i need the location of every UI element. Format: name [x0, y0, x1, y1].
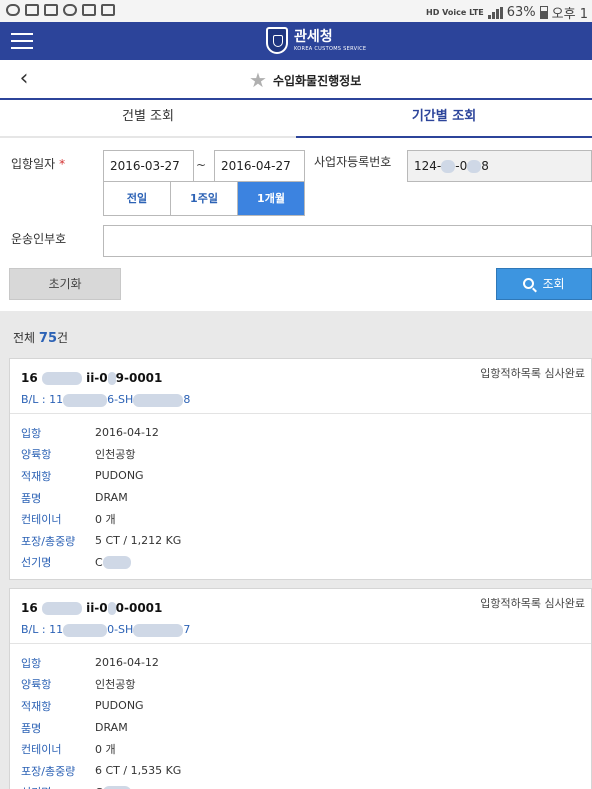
cargo-control-number: 16 ii-0 0-0001: [21, 601, 163, 615]
app-header: 관세청 KOREA CUSTOMS SERVICE: [0, 22, 592, 60]
search-icon: [523, 278, 535, 289]
field-row: 선기명C: [21, 782, 181, 789]
carrier-code-label: 운송인부호: [11, 232, 67, 246]
masked-value: [107, 372, 116, 385]
masked-value: [41, 602, 82, 615]
result-card[interactable]: 16 ii-0 0-0001 입항적하목록 심사완료 B/L : 11 0-SH 7 …: [9, 588, 592, 789]
field-row: 입항 2016-04-12: [21, 426, 159, 440]
reset-button[interactable]: 초기화: [9, 268, 121, 300]
missed-call-icon: [6, 4, 20, 16]
field-row: 품명 DRAM: [21, 491, 128, 505]
search-tabs: 건별 조회 기간별 조회: [0, 100, 592, 138]
battery-icon: [539, 6, 548, 19]
masked-value: [41, 372, 82, 385]
bl-number: B/L : 11 6-SH 8: [21, 393, 191, 407]
notification-icons: [6, 4, 115, 16]
tab-single-search[interactable]: 건별 조회: [0, 100, 296, 138]
biz-reg-label: 사업자등록번호: [314, 155, 392, 169]
page-title: 수입화물진행정보: [272, 73, 362, 88]
field-row: 컨테이너 0 개: [21, 743, 116, 757]
field-row: 적재항 PUDONG: [21, 699, 144, 713]
favorite-star-icon[interactable]: ★: [249, 70, 267, 90]
arrival-date-label: 입항일자 *: [11, 157, 66, 171]
result-count: 75: [38, 331, 57, 346]
logo-title: 관세청: [294, 28, 333, 45]
field-row: 입항 2016-04-12: [21, 656, 159, 670]
masked-value: [133, 393, 184, 407]
masked-value: [467, 160, 482, 173]
mail-icon: [44, 4, 58, 16]
period-prev-day-button[interactable]: 전일: [104, 182, 171, 215]
field-row: 양륙항 인천공항: [21, 448, 136, 462]
search-form: 입항일자 * 2016-03-27 ~ 2016-04-27 사업자등록번호 12…: [0, 138, 592, 311]
logo-subtitle: KOREA CUSTOMS SERVICE: [294, 45, 367, 52]
masked-value: [63, 393, 108, 407]
date-to-input[interactable]: 2016-04-27: [214, 150, 305, 182]
bl-number: B/L : 11 0-SH 7: [21, 623, 191, 637]
result-total: 전체 75건: [13, 331, 69, 346]
image-icon: [25, 4, 39, 16]
sub-header: ‹ ★ 수입화물진행정보: [0, 60, 592, 100]
result-card[interactable]: 16 ii-0 9-0001 입항적하목록 심사완료 B/L : 11 6-SH 8 …: [9, 358, 592, 580]
field-row: 적재항 PUDONG: [21, 469, 144, 483]
required-mark: *: [59, 157, 66, 171]
search-button[interactable]: 조회: [496, 268, 592, 300]
tab-period-search[interactable]: 기간별 조회: [296, 100, 592, 138]
masked-value: [133, 623, 184, 637]
field-row: 컨테이너 0 개: [21, 513, 116, 527]
status-badge: 입항적하목록 심사완료: [480, 597, 585, 610]
shield-emblem-icon: [266, 27, 288, 54]
key-icon: [63, 4, 77, 16]
date-range-separator: ~: [196, 158, 207, 172]
camera-icon: [101, 4, 115, 16]
clock: 오후 1: [551, 7, 588, 22]
menu-icon[interactable]: [11, 33, 33, 49]
period-1-month-button[interactable]: 1개월: [238, 182, 304, 215]
cargo-control-number: 16 ii-0 9-0001: [21, 371, 163, 385]
kcs-logo[interactable]: 관세청 KOREA CUSTOMS SERVICE: [266, 27, 366, 54]
masked-value: [102, 556, 131, 570]
masked-value: [441, 160, 456, 173]
period-1-week-button[interactable]: 1주일: [171, 182, 238, 215]
field-row: 양륙항 인천공항: [21, 678, 136, 692]
battery-percent: 63%: [506, 5, 536, 20]
biz-reg-input[interactable]: 124- -0 8: [407, 150, 592, 182]
masked-value: [107, 602, 116, 615]
field-row: 포장/총중량 6 CT / 1,535 KG: [21, 764, 182, 778]
network-indicator: HD Voice LTE: [426, 7, 484, 17]
status-badge: 입항적하목록 심사완료: [480, 367, 585, 380]
date-from-input[interactable]: 2016-03-27: [103, 150, 194, 182]
masked-value: [63, 623, 108, 637]
field-row: 선기명C: [21, 552, 181, 574]
status-bar: HD Voice LTE 63% 오후 1: [0, 0, 592, 22]
field-row: 품명 DRAM: [21, 721, 128, 735]
carrier-code-input[interactable]: [103, 225, 592, 257]
phone-icon: [82, 4, 96, 16]
back-chevron-icon[interactable]: ‹: [14, 68, 34, 90]
period-selector: 전일 1주일 1개월: [103, 181, 305, 216]
signal-icon: [487, 6, 503, 19]
field-row: 포장/총중량 5 CT / 1,212 KG: [21, 534, 182, 548]
